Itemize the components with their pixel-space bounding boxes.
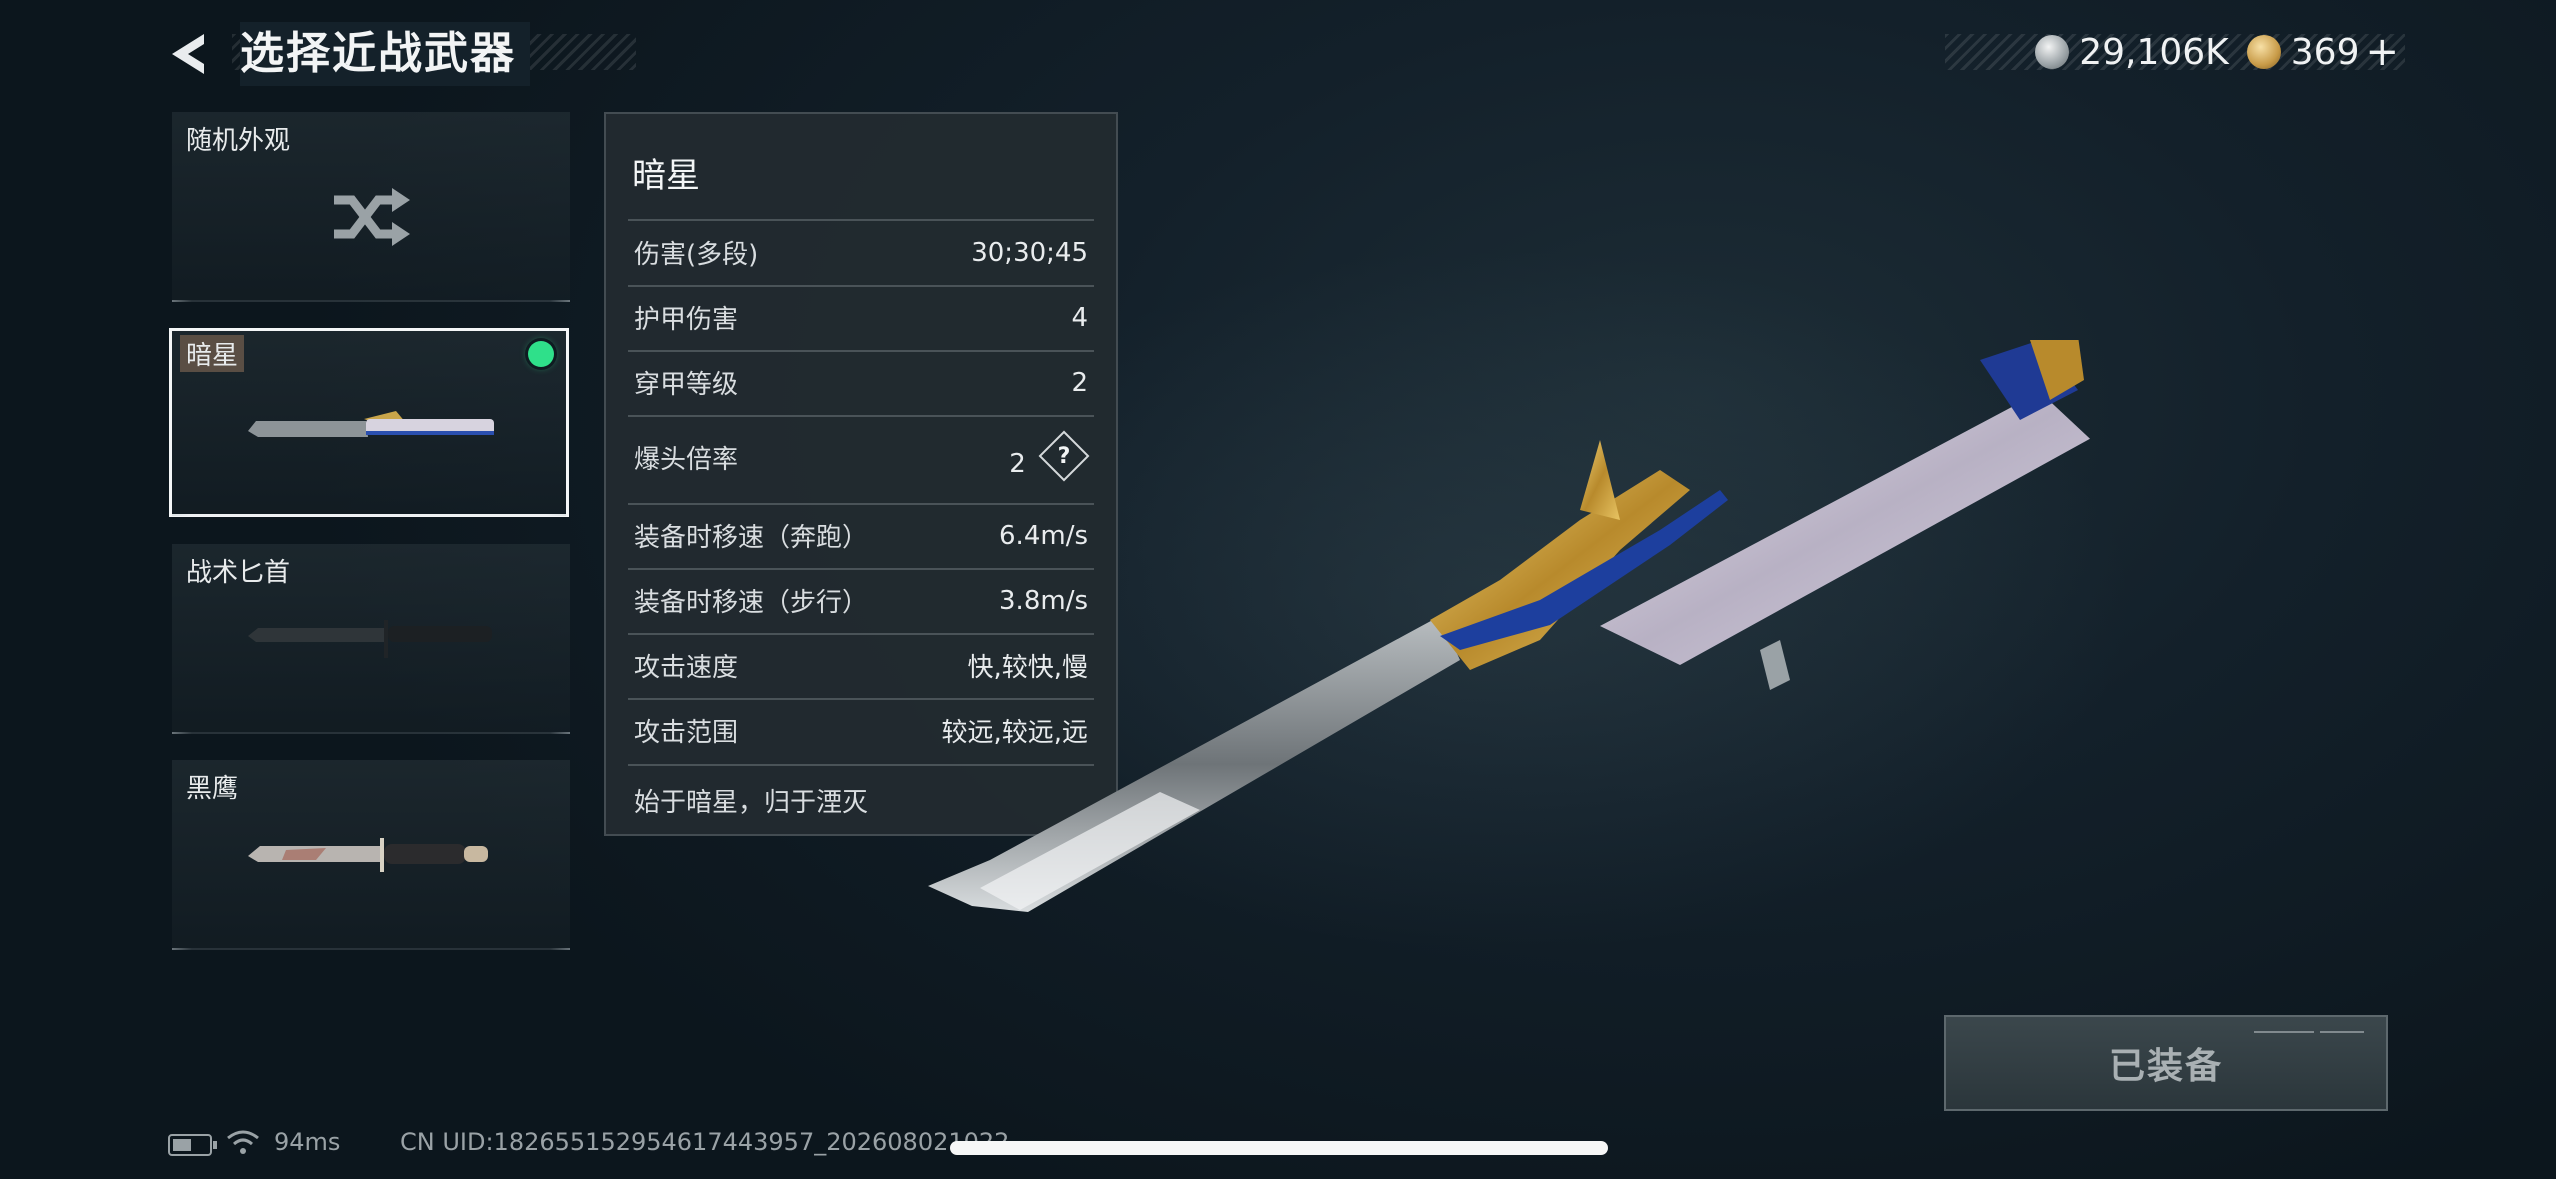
stat-label: 攻击范围 bbox=[634, 718, 739, 748]
uid-text: CN UID:1826551529546174439​57_2026080210… bbox=[400, 1128, 1010, 1156]
currency-bar: 29,106K 369 + bbox=[1945, 29, 2405, 75]
stat-label: 护甲伤害 bbox=[634, 305, 739, 335]
weapon-name: 暗星 bbox=[632, 156, 700, 196]
stat-row-armor-damage: 护甲伤害 4 bbox=[634, 299, 1088, 336]
weapon-item-label: 战术匕首 bbox=[186, 558, 291, 588]
stat-value: 30;30;45 bbox=[971, 237, 1088, 268]
gold-currency: 369 + bbox=[2246, 29, 2399, 75]
decorative-lines bbox=[2254, 1031, 2364, 1033]
stat-label: 装备时移速（步行） bbox=[634, 588, 869, 618]
weapon-item-label: 暗星 bbox=[180, 335, 245, 372]
shuffle-icon bbox=[334, 188, 410, 246]
tactical-dagger-image bbox=[248, 620, 492, 658]
weapon-item-tactical-dagger[interactable]: 战术匕首 bbox=[172, 544, 570, 734]
page-title: 选择近战武器 bbox=[240, 22, 530, 86]
stat-row-damage: 伤害(多段) 30;30;45 bbox=[634, 234, 1088, 271]
weapon-item-random-skin[interactable]: 随机外观 bbox=[172, 112, 570, 302]
silver-amount: 29,106K bbox=[2079, 31, 2229, 73]
wifi-icon bbox=[227, 1130, 259, 1154]
black-hawk-knife-image bbox=[248, 838, 488, 872]
stat-label: 穿甲等级 bbox=[634, 370, 739, 400]
equipped-button[interactable]: 已装备 bbox=[1944, 1015, 2388, 1111]
dark-star-knife-image bbox=[248, 411, 494, 437]
divider bbox=[628, 285, 1094, 287]
divider bbox=[628, 219, 1094, 221]
silver-coin-icon bbox=[2035, 35, 2070, 69]
battery-icon bbox=[168, 1134, 217, 1156]
equipped-status-dot bbox=[528, 341, 554, 367]
weapon-description: 始于暗星，归于湮灭 bbox=[634, 788, 869, 818]
stat-label: 攻击速度 bbox=[634, 653, 739, 683]
weapon-item-label: 黑鹰 bbox=[186, 774, 239, 804]
stat-label: 爆头倍率 bbox=[634, 445, 739, 475]
gold-amount: 369 bbox=[2290, 31, 2360, 73]
stat-label: 伤害(多段) bbox=[634, 240, 759, 270]
dark-star-knife-preview[interactable] bbox=[900, 340, 2100, 940]
silver-currency: 29,106K bbox=[2035, 32, 2229, 73]
home-indicator[interactable] bbox=[950, 1141, 1608, 1155]
back-arrow-icon[interactable] bbox=[166, 30, 214, 78]
add-currency-button[interactable]: + bbox=[2365, 29, 2399, 75]
gold-coin-icon bbox=[2246, 35, 2281, 69]
equipped-button-label: 已装备 bbox=[2108, 1046, 2223, 1087]
ping-text: 94ms bbox=[274, 1128, 341, 1156]
stat-label: 装备时移速（奔跑） bbox=[634, 523, 869, 553]
weapon-item-black-hawk[interactable]: 黑鹰 bbox=[172, 760, 570, 950]
weapon-item-dark-star[interactable]: 暗星 bbox=[169, 328, 569, 517]
stat-value: 4 bbox=[1071, 302, 1088, 333]
weapon-item-label: 随机外观 bbox=[186, 126, 291, 156]
